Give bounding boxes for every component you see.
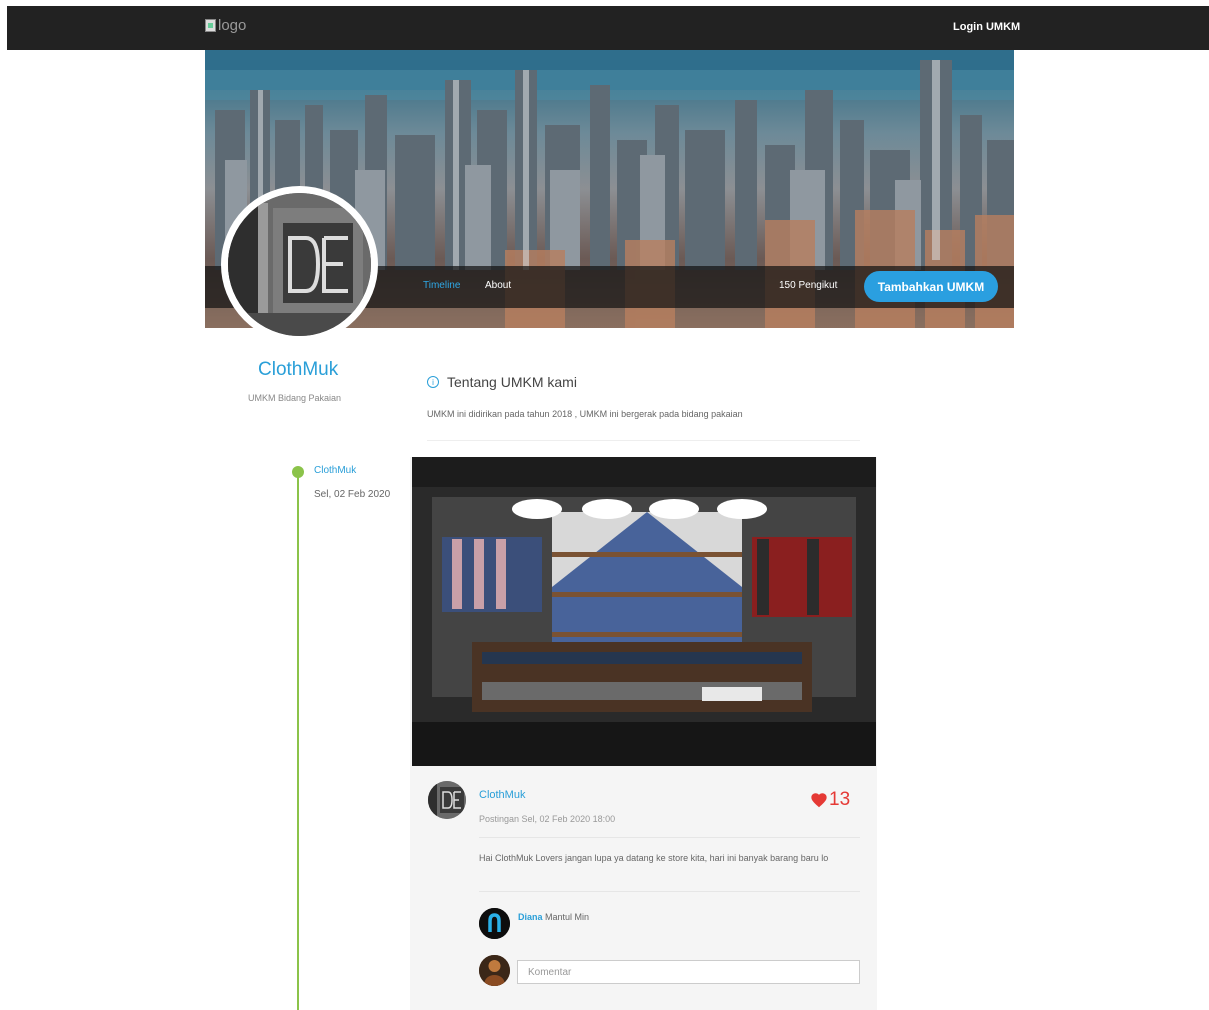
post-text: Hai ClothMuk Lovers jangan lupa ya datan… xyxy=(479,853,829,863)
brand-category: UMKM Bidang Pakaian xyxy=(248,393,342,403)
about-heading: i Tentang UMKM kami xyxy=(427,374,577,390)
post-author-name[interactable]: ClothMuk xyxy=(479,789,525,801)
post-card: ClothMuk Postingan Sel, 02 Feb 2020 18:0… xyxy=(410,457,877,1010)
clothing-store-illustration xyxy=(412,457,876,766)
commenter-name[interactable]: Diana xyxy=(518,912,543,922)
post-author-avatar[interactable] xyxy=(428,781,466,819)
about-description: UMKM ini didirikan pada tahun 2018 , UMK… xyxy=(427,409,743,419)
tab-about[interactable]: About xyxy=(485,280,511,291)
commenter-avatar[interactable] xyxy=(479,908,510,939)
divider xyxy=(479,891,860,892)
login-link[interactable]: Login UMKM xyxy=(953,21,1020,33)
comment-text: Mantul Min xyxy=(545,912,590,922)
timeline-line xyxy=(297,474,299,1010)
post-image[interactable] xyxy=(412,457,876,766)
profile-avatar xyxy=(221,186,378,343)
like-count: 13 xyxy=(829,789,851,810)
logo-alt-text: logo xyxy=(218,17,247,34)
timeline-dot xyxy=(292,466,304,478)
logo[interactable]: logo xyxy=(205,17,246,34)
comment-input[interactable] xyxy=(517,960,860,984)
comment-item: Diana Mantul Min xyxy=(518,912,589,922)
like-button[interactable]: 13 xyxy=(810,789,850,811)
timeline-author[interactable]: ClothMuk xyxy=(314,465,356,476)
avatar-illustration xyxy=(428,781,466,819)
add-umkm-button[interactable]: Tambahkan UMKM xyxy=(864,271,998,302)
store-sign-illustration xyxy=(228,193,371,336)
heart-icon xyxy=(811,793,827,808)
broken-image-icon xyxy=(205,19,216,32)
avatar-illustration xyxy=(479,908,510,939)
avatar-illustration xyxy=(479,955,510,986)
tab-timeline[interactable]: Timeline xyxy=(423,280,460,291)
timeline-date: Sel, 02 Feb 2020 xyxy=(314,489,391,500)
info-circle-icon: i xyxy=(427,376,439,388)
top-navbar: logo Login UMKM xyxy=(7,6,1209,50)
followers-count: 150 Pengikut xyxy=(779,280,838,291)
post-timestamp: Postingan Sel, 02 Feb 2020 18:00 xyxy=(479,814,616,824)
divider xyxy=(427,440,860,441)
about-title-text: Tentang UMKM kami xyxy=(447,374,577,390)
current-user-avatar xyxy=(479,955,510,986)
divider xyxy=(479,837,860,838)
brand-name: ClothMuk xyxy=(258,359,339,380)
